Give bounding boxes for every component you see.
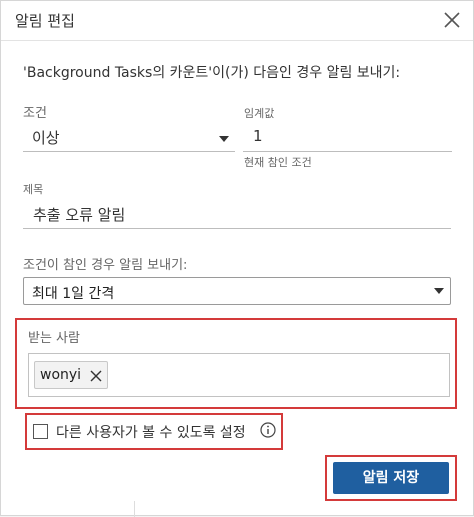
threshold-input[interactable]: 1 — [243, 124, 452, 152]
frequency-value: 최대 1일 간격 — [32, 286, 115, 302]
recipient-name: wonyi — [40, 367, 82, 383]
subject-value: 추출 오류 알림 — [33, 206, 126, 224]
save-alert-button[interactable]: 알림 저장 — [333, 462, 449, 494]
subject-input[interactable]: 추출 오류 알림 — [23, 201, 451, 229]
edit-alert-dialog: 알림 편집 'Background Tasks의 카운트'이(가) 다음인 경우… — [0, 0, 474, 517]
info-icon[interactable] — [260, 422, 276, 438]
alert-description: 'Background Tasks의 카운트'이(가) 다음인 경우 알림 보내… — [23, 65, 401, 81]
threshold-value: 1 — [253, 127, 263, 145]
threshold-label: 임계값 — [244, 107, 275, 120]
threshold-hint: 현재 참인 조건 — [244, 156, 312, 169]
frequency-select[interactable]: 최대 1일 간격 — [23, 277, 451, 305]
close-icon[interactable] — [441, 9, 463, 31]
remove-recipient-icon[interactable] — [89, 368, 103, 382]
dialog-title: 알림 편집 — [15, 12, 75, 30]
chevron-down-icon — [219, 136, 229, 142]
visibility-checkbox[interactable] — [33, 424, 48, 439]
recipients-input[interactable]: wonyi — [28, 353, 450, 397]
recipient-chip: wonyi — [34, 361, 108, 389]
condition-select[interactable]: 이상 — [23, 124, 235, 152]
dialog-header: 알림 편집 — [1, 1, 473, 41]
visibility-label[interactable]: 다른 사용자가 볼 수 있도록 설정 — [56, 422, 246, 442]
condition-label: 조건 — [23, 106, 47, 121]
condition-value: 이상 — [32, 129, 60, 147]
divider — [134, 501, 135, 517]
frequency-label: 조건이 참인 경우 알림 보내기: — [23, 258, 188, 273]
chevron-down-icon — [434, 288, 444, 294]
subject-label: 제목 — [23, 183, 44, 196]
recipients-label: 받는 사람 — [28, 331, 80, 346]
